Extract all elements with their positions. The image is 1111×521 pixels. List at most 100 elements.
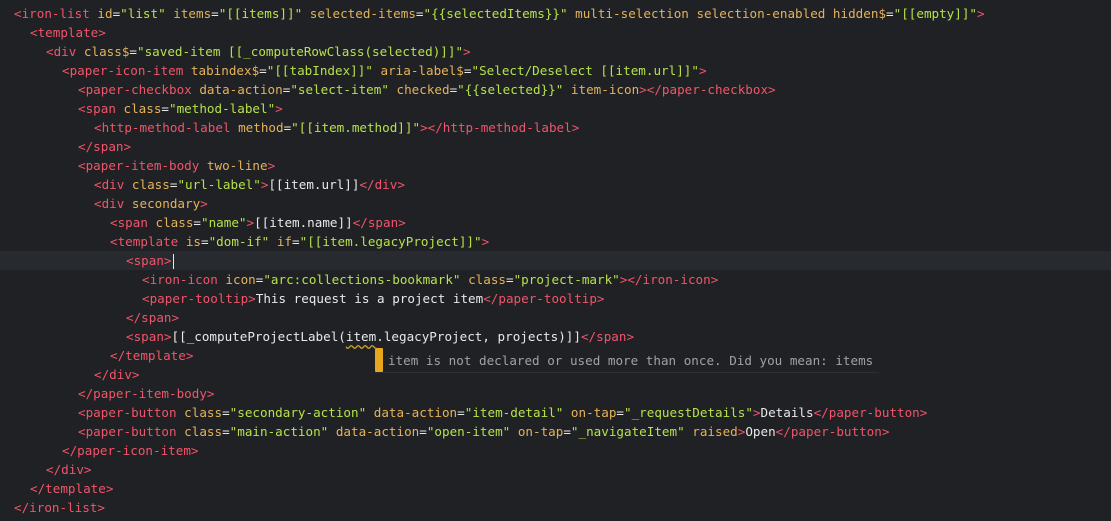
code-token: =	[161, 101, 170, 116]
code-token: =	[505, 272, 514, 287]
code-token: "secondary-action"	[229, 405, 367, 420]
code-token: method	[230, 120, 284, 135]
code-token: </span>	[78, 139, 132, 154]
code-token: raised	[684, 424, 738, 439]
code-token: <paper-button	[78, 424, 177, 439]
code-token: [[_computeProjectLabel(	[171, 329, 346, 344]
code-token: >	[463, 44, 471, 59]
code-token: checked	[388, 82, 450, 97]
editor-bottom-edge	[0, 517, 1111, 521]
code-token: aria-label$	[372, 63, 464, 78]
code-line[interactable]: <template is="dom-if" if="[[item.legacyP…	[0, 232, 1111, 251]
code-token: <iron-icon	[142, 272, 218, 287]
code-token: "[[empty]]"	[893, 6, 978, 21]
code-line[interactable]: <span>	[0, 251, 1111, 270]
code-token: </iron-list>	[14, 500, 105, 515]
code-token: "project-mark"	[513, 272, 620, 287]
code-token: "_requestDetails"	[624, 405, 753, 420]
code-token: >	[977, 6, 985, 21]
code-token: =	[222, 424, 230, 439]
code-token: </div>	[46, 462, 92, 477]
code-token: icon	[217, 272, 256, 287]
code-token: "[[items]]"	[218, 6, 303, 21]
code-token: >	[275, 101, 283, 116]
lint-tooltip: item is not declared or used more than o…	[375, 348, 880, 373]
code-line[interactable]: <paper-item-body two-line>	[0, 156, 1111, 175]
code-line[interactable]: <iron-icon icon = "arc:collections-bookmar…	[0, 270, 1111, 289]
code-token: "method-label"	[169, 101, 276, 116]
code-token: items	[165, 6, 212, 21]
code-token: class	[176, 424, 223, 439]
code-token: <span	[78, 101, 116, 116]
code-token: =	[886, 6, 894, 21]
code-line[interactable]: <template>	[0, 23, 1111, 42]
code-token: "name"	[201, 215, 247, 230]
code-line[interactable]: <div class="url-label">[[item.url]]</div…	[0, 175, 1111, 194]
code-token: <div	[94, 177, 125, 192]
code-token: <paper-checkbox	[78, 82, 192, 97]
code-line[interactable]: <div class$="saved-item [[_computeRowCla…	[0, 42, 1111, 61]
code-token: =	[616, 405, 624, 420]
code-line[interactable]: <span>[[_computeProjectLabel(item.legacy…	[0, 327, 1111, 346]
code-token: class$	[76, 44, 130, 59]
code-token: </template>	[110, 348, 194, 363]
code-token: =	[457, 405, 465, 420]
code-line[interactable]: <paper-button class="secondary-action" d…	[0, 403, 1111, 422]
code-token: </span>	[126, 310, 180, 325]
code-token: "Select/Deselect [[item.url]]"	[471, 63, 699, 78]
lint-warning-token: item	[345, 329, 377, 344]
code-token: =	[193, 215, 202, 230]
code-token: selected-items	[302, 6, 416, 21]
code-token: <template	[110, 234, 179, 249]
code-token: <paper-tooltip>	[142, 291, 256, 306]
code-token: multi-selection selection-enabled hidden…	[567, 6, 887, 21]
code-line[interactable]: <http-method-label method="[[item.method…	[0, 118, 1111, 137]
code-line[interactable]: <paper-tooltip>This request is a project…	[0, 289, 1111, 308]
code-line[interactable]: </span>	[0, 308, 1111, 327]
code-line[interactable]: </template>	[0, 479, 1111, 498]
code-line[interactable]: <span class="name">[[item.name]]</span>	[0, 213, 1111, 232]
code-token: "select-item"	[290, 82, 389, 97]
code-token: </paper-button>	[775, 424, 890, 439]
code-line[interactable]: <span class="method-label">	[0, 99, 1111, 118]
code-token: ></http-method-label>	[420, 120, 580, 135]
code-line[interactable]: <iron-list id="list" items="[[items]]" s…	[0, 4, 1111, 23]
code-token: class	[147, 215, 194, 230]
code-line[interactable]: </paper-item-body>	[0, 384, 1111, 403]
code-token: class	[124, 177, 170, 192]
code-token: [[item.url]]	[268, 177, 360, 192]
code-token: "main-action"	[229, 424, 329, 439]
code-token: >	[481, 234, 490, 249]
code-line[interactable]: <div secondary>	[0, 194, 1111, 213]
code-token: <div	[94, 196, 125, 211]
code-token: <template>	[30, 25, 106, 40]
code-token: [[item.name]]	[254, 215, 353, 230]
code-token: >	[246, 215, 255, 230]
code-line[interactable]: </paper-icon-item>	[0, 441, 1111, 460]
code-token: =	[463, 63, 472, 78]
lint-message: item is not declared or used more than o…	[388, 352, 874, 368]
code-token: Open	[745, 424, 776, 439]
code-token: id	[89, 6, 113, 21]
code-token: "saved-item [[_computeRowClass(selected)…	[137, 44, 464, 59]
code-token: "dom-if"	[208, 234, 270, 249]
code-line[interactable]: </span>	[0, 137, 1111, 156]
code-token: <paper-icon-item	[62, 63, 184, 78]
code-token: =	[201, 234, 209, 249]
code-token: >	[752, 405, 761, 420]
code-line[interactable]: </iron-list>	[0, 498, 1111, 517]
code-line[interactable]: <paper-checkbox data-action="select-item…	[0, 80, 1111, 99]
code-token: </div>	[359, 177, 405, 192]
code-token: class	[176, 405, 223, 420]
code-token: class	[460, 272, 506, 287]
code-token: <span	[110, 215, 148, 230]
code-line[interactable]: </div>	[0, 460, 1111, 479]
code-line[interactable]: <paper-button class="main-action" data-a…	[0, 422, 1111, 441]
code-token: <paper-button	[78, 405, 177, 420]
code-token: =	[563, 424, 571, 439]
code-token: tabindex$	[183, 63, 260, 78]
code-line[interactable]: <paper-icon-item tabindex$="[[tabIndex]]…	[0, 61, 1111, 80]
code-editor[interactable]: <iron-list id="list" items="[[items]]" s…	[0, 0, 1111, 521]
code-token: "open-item"	[426, 424, 511, 439]
code-area[interactable]: <iron-list id="list" items="[[items]]" s…	[0, 4, 1111, 517]
